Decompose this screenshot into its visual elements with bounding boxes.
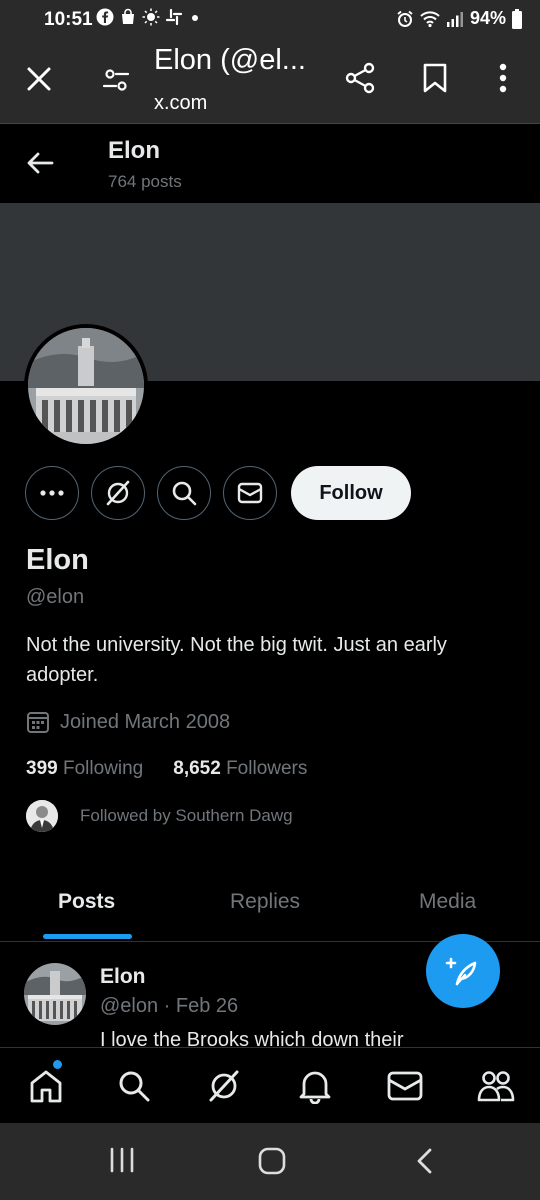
battery-icon bbox=[512, 8, 522, 29]
compose-post-button[interactable] bbox=[426, 934, 500, 1008]
slack-icon bbox=[165, 8, 183, 26]
joined-date: Joined March 2008 bbox=[26, 710, 230, 734]
profile-tabs: Posts Replies Media bbox=[0, 868, 540, 942]
joined-text: Joined March 2008 bbox=[60, 710, 231, 733]
notification-icons bbox=[96, 8, 202, 26]
followed-by-text: Followed by Southern Dawg bbox=[80, 806, 293, 825]
bookmark-icon[interactable] bbox=[418, 60, 452, 96]
search-icon bbox=[172, 481, 197, 506]
home-icon[interactable] bbox=[257, 1147, 287, 1175]
notification-dot bbox=[53, 1060, 62, 1069]
close-icon[interactable] bbox=[22, 62, 56, 96]
more-icon bbox=[40, 490, 64, 496]
tab-replies[interactable]: Replies bbox=[230, 890, 300, 914]
message-button[interactable] bbox=[223, 466, 277, 520]
search-icon[interactable] bbox=[114, 1066, 154, 1106]
post-meta: @elon · Feb 26 bbox=[100, 995, 239, 1017]
calendar-icon bbox=[27, 712, 49, 733]
topbar-profile-name: Elon bbox=[108, 137, 160, 164]
system-icons: 94% bbox=[396, 8, 522, 29]
browser-page-title: Elon (@el... bbox=[154, 44, 306, 76]
grok-icon[interactable] bbox=[204, 1066, 244, 1106]
share-icon[interactable] bbox=[342, 60, 378, 96]
grok-button[interactable] bbox=[91, 466, 145, 520]
mail-icon bbox=[237, 482, 263, 504]
profile-bio: Not the university. Not the big twit. Ju… bbox=[26, 634, 447, 686]
profile-avatar[interactable] bbox=[24, 324, 148, 448]
profile-display-name: Elon bbox=[26, 544, 89, 576]
bottom-navigation bbox=[0, 1047, 540, 1123]
search-profile-button[interactable] bbox=[157, 466, 211, 520]
following-label: Following bbox=[62, 758, 144, 779]
facebook-icon bbox=[96, 8, 114, 26]
browser-toolbar: Elon (@el... x.com bbox=[0, 40, 540, 124]
site-settings-icon[interactable] bbox=[100, 64, 132, 96]
brightness-icon bbox=[142, 8, 160, 26]
followers-label: Followers bbox=[226, 758, 308, 779]
shopping-bag-icon bbox=[122, 8, 134, 24]
wifi-icon bbox=[420, 10, 440, 27]
active-tab-indicator bbox=[43, 934, 132, 939]
recents-icon[interactable] bbox=[108, 1147, 136, 1173]
post-text: I love the Brooks which down their bbox=[100, 1029, 404, 1047]
follow-button[interactable]: Follow bbox=[291, 466, 411, 520]
compose-feather-icon bbox=[445, 957, 477, 986]
followed-by[interactable]: Followed by Southern Dawg bbox=[26, 800, 293, 832]
following-link[interactable]: 399 Following bbox=[26, 758, 143, 780]
messages-icon[interactable] bbox=[385, 1066, 425, 1106]
post-author-name: Elon bbox=[100, 965, 146, 988]
tab-media[interactable]: Media bbox=[419, 890, 476, 914]
status-bar: 10:51 94% bbox=[0, 0, 540, 40]
more-vertical-icon[interactable] bbox=[490, 60, 516, 96]
profile-handle: @elon bbox=[26, 586, 85, 608]
grok-icon bbox=[106, 480, 130, 506]
follow-stats: 399 Following 8,652 Followers bbox=[26, 758, 307, 780]
signal-icon bbox=[446, 11, 463, 27]
follower-avatar bbox=[26, 800, 58, 832]
communities-icon[interactable] bbox=[476, 1066, 516, 1106]
back-icon[interactable] bbox=[414, 1147, 434, 1175]
more-options-button[interactable] bbox=[25, 466, 79, 520]
profile-topbar: Elon 764 posts bbox=[0, 125, 540, 203]
followers-count: 8,652 bbox=[173, 758, 221, 779]
browser-url[interactable]: x.com bbox=[154, 92, 207, 115]
followers-link[interactable]: 8,652 Followers bbox=[173, 758, 307, 780]
battery-level: 94% bbox=[469, 8, 506, 28]
back-arrow-icon[interactable] bbox=[24, 147, 56, 184]
notifications-icon[interactable] bbox=[295, 1066, 335, 1106]
home-icon[interactable] bbox=[26, 1066, 66, 1106]
android-navigation-bar bbox=[0, 1123, 540, 1200]
dot-icon bbox=[192, 15, 198, 21]
post-avatar[interactable] bbox=[24, 963, 86, 1025]
status-time: 10:51 bbox=[44, 9, 93, 30]
alarm-icon bbox=[397, 10, 413, 27]
topbar-posts-count: 764 posts bbox=[108, 172, 182, 191]
tab-posts[interactable]: Posts bbox=[58, 890, 115, 914]
profile-actions: Follow bbox=[25, 466, 411, 520]
following-count: 399 bbox=[26, 758, 58, 779]
